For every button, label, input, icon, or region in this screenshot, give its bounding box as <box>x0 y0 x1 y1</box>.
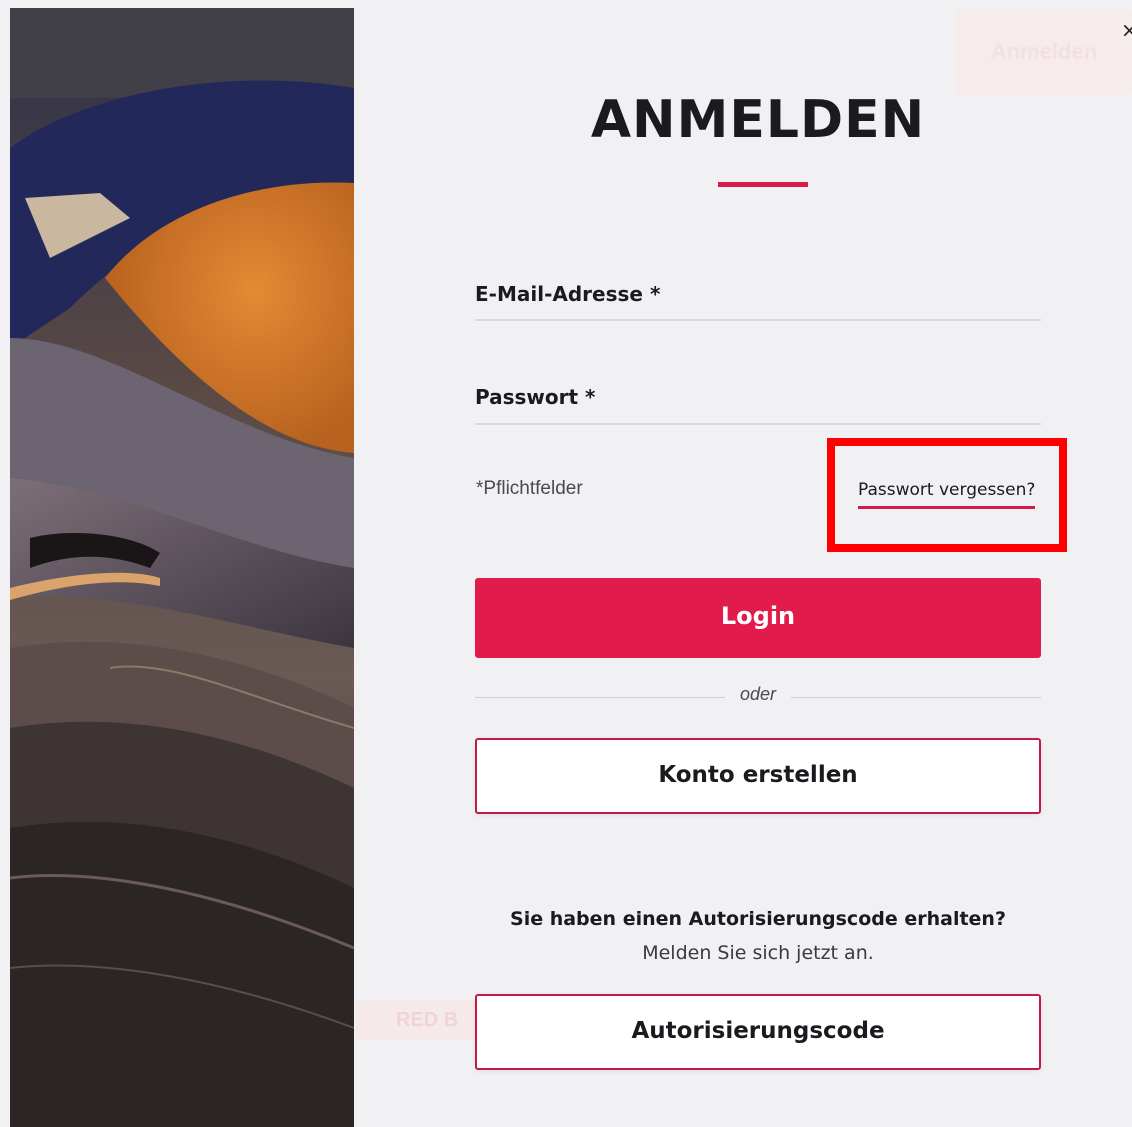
auth-code-button[interactable]: Autorisierungscode <box>475 994 1041 1070</box>
email-label: E-Mail-Adresse * <box>475 282 660 306</box>
highlight-annotation <box>827 438 1067 552</box>
page-title: ANMELDEN <box>590 90 926 150</box>
title-underline <box>718 182 808 187</box>
login-button[interactable]: Login <box>475 578 1041 658</box>
create-account-button[interactable]: Konto erstellen <box>475 738 1041 814</box>
divider-line-right <box>791 697 1041 698</box>
divider-line-left <box>475 697 725 698</box>
hero-image <box>10 8 354 1127</box>
password-label: Passwort * <box>475 385 596 409</box>
email-required-marker: * <box>649 282 661 306</box>
email-field[interactable] <box>475 319 1041 321</box>
required-hint: *Pflichtfelder <box>476 478 583 499</box>
password-field[interactable] <box>475 423 1041 425</box>
auth-code-heading: Sie haben einen Autorisierungscode erhal… <box>510 908 1006 930</box>
divider-text: oder <box>739 684 777 704</box>
or-divider: oder <box>475 684 1041 708</box>
email-label-text: E-Mail-Adresse <box>475 282 643 306</box>
background-login-button: Anmelden <box>956 8 1132 96</box>
page: Anmelden RED B × ANMELDEN E-Mail-Adresse… <box>0 0 1132 1127</box>
background-banner-text: RED B <box>356 1000 480 1040</box>
password-label-text: Passwort <box>475 385 579 409</box>
auth-code-subtext: Melden Sie sich jetzt an. <box>642 942 874 964</box>
close-icon[interactable]: × <box>1121 18 1132 42</box>
password-required-marker: * <box>585 385 596 409</box>
